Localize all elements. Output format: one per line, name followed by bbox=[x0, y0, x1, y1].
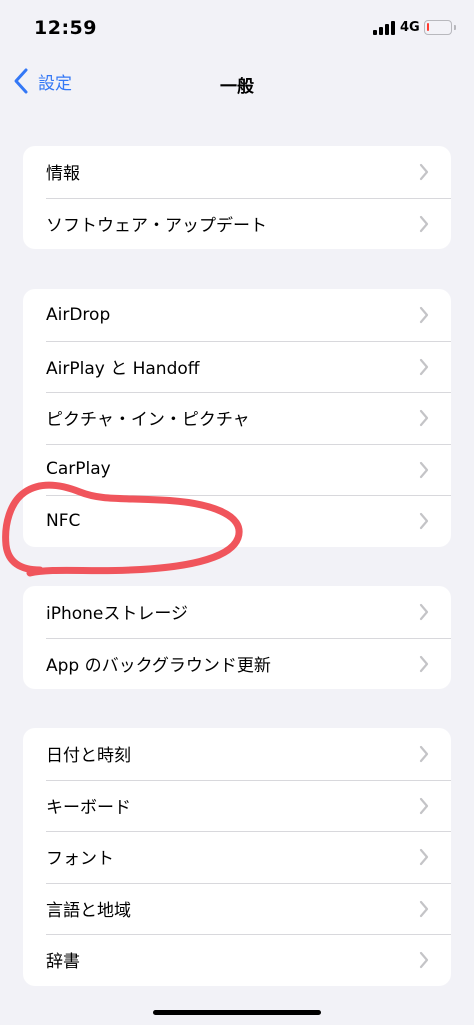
network-type: 4G bbox=[400, 20, 420, 35]
battery-icon bbox=[424, 20, 452, 35]
chevron-right-icon bbox=[419, 797, 429, 814]
row-software-update[interactable]: ソフトウェア・アップデート bbox=[23, 197, 451, 250]
row-label: キーボード bbox=[46, 797, 131, 818]
chevron-right-icon bbox=[419, 512, 429, 530]
home-indicator[interactable] bbox=[153, 1010, 321, 1015]
row-label: iPhoneストレージ bbox=[46, 604, 189, 625]
row-label: 辞書 bbox=[46, 952, 80, 973]
row-label: 情報 bbox=[46, 164, 80, 185]
row-language-region[interactable]: 言語と地域 bbox=[23, 882, 451, 935]
chevron-right-icon bbox=[419, 745, 429, 763]
chevron-right-icon bbox=[419, 900, 429, 917]
chevron-right-icon bbox=[419, 655, 429, 672]
chevron-right-icon bbox=[419, 951, 429, 969]
row-airplay-handoff[interactable]: AirPlay と Handoff bbox=[23, 340, 451, 393]
row-label: AirPlay と Handoff bbox=[46, 358, 200, 379]
row-label: ピクチャ・イン・ピクチャ bbox=[46, 410, 250, 431]
row-label: NFC bbox=[46, 510, 81, 531]
chevron-right-icon bbox=[419, 603, 429, 621]
chevron-right-icon bbox=[419, 848, 429, 866]
row-label: CarPlay bbox=[46, 459, 111, 480]
row-date-time[interactable]: 日付と時刻 bbox=[23, 728, 451, 780]
row-label: 日付と時刻 bbox=[46, 746, 131, 767]
row-label: フォント bbox=[46, 849, 114, 870]
settings-group-regional: 日付と時刻 キーボード フォント 言語と地域 辞書 bbox=[23, 728, 451, 986]
settings-group-about: 情報 ソフトウェア・アップデート bbox=[23, 146, 451, 249]
row-airdrop[interactable]: AirDrop bbox=[23, 289, 451, 341]
row-label: AirDrop bbox=[46, 304, 111, 325]
settings-group-connectivity: AirDrop AirPlay と Handoff ピクチャ・イン・ピクチャ C… bbox=[23, 289, 451, 547]
row-fonts[interactable]: フォント bbox=[23, 831, 451, 883]
row-iphone-storage[interactable]: iPhoneストレージ bbox=[23, 586, 451, 638]
row-label: ソフトウェア・アップデート bbox=[46, 215, 267, 236]
chevron-right-icon bbox=[419, 409, 429, 427]
battery-cap bbox=[454, 25, 456, 30]
chevron-right-icon bbox=[419, 215, 429, 232]
cellular-signal-icon bbox=[373, 21, 397, 35]
navigation-bar: 設定 一般 bbox=[0, 56, 474, 106]
row-carplay[interactable]: CarPlay bbox=[23, 443, 451, 496]
settings-group-storage: iPhoneストレージ App のバックグラウンド更新 bbox=[23, 586, 451, 689]
chevron-right-icon bbox=[419, 358, 429, 375]
status-time: 12:59 bbox=[34, 17, 97, 39]
row-background-app-refresh[interactable]: App のバックグラウンド更新 bbox=[23, 637, 451, 690]
status-bar: 12:59 4G bbox=[0, 0, 474, 56]
chevron-right-icon bbox=[419, 163, 429, 181]
chevron-right-icon bbox=[419, 461, 429, 478]
row-label: App のバックグラウンド更新 bbox=[46, 655, 271, 676]
row-keyboard[interactable]: キーボード bbox=[23, 779, 451, 832]
row-about[interactable]: 情報 bbox=[23, 146, 451, 198]
page-title: 一般 bbox=[220, 77, 254, 97]
row-label: 言語と地域 bbox=[46, 900, 131, 921]
row-picture-in-picture[interactable]: ピクチャ・イン・ピクチャ bbox=[23, 392, 451, 444]
row-dictionary[interactable]: 辞書 bbox=[23, 934, 451, 986]
chevron-right-icon bbox=[419, 306, 429, 324]
row-nfc[interactable]: NFC bbox=[23, 495, 451, 547]
